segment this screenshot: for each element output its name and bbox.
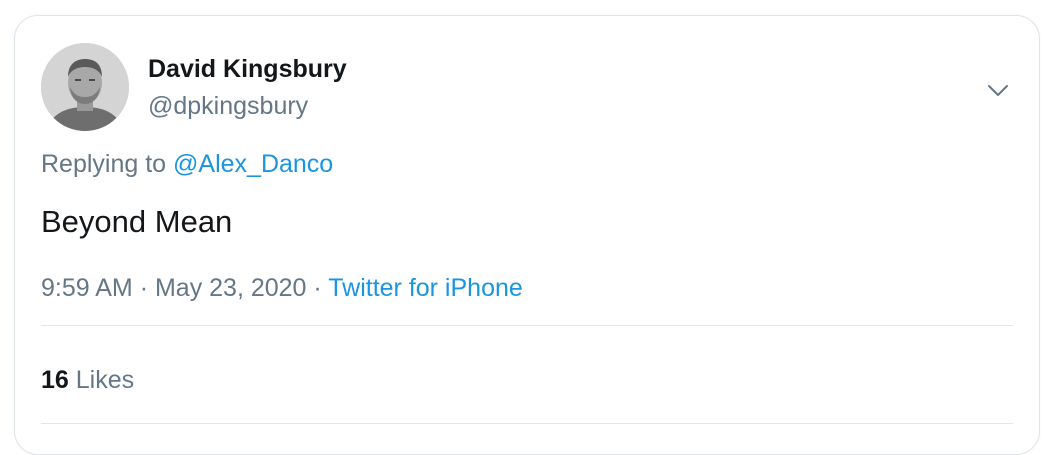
avatar[interactable] <box>41 43 129 131</box>
chevron-down-icon <box>988 85 1008 96</box>
replying-to-label: Replying to <box>41 150 167 178</box>
likes-label: Likes <box>75 366 135 394</box>
divider <box>41 325 1013 326</box>
tweet-source-link[interactable]: Twitter for iPhone <box>328 274 523 302</box>
tweet-meta: 9:59 AM · May 23, 2020 · Twitter for iPh… <box>41 274 523 303</box>
tweet-menu-button[interactable] <box>983 76 1013 106</box>
reply-mention-link[interactable]: @Alex_Danco <box>173 150 333 178</box>
meta-separator: · <box>139 274 149 302</box>
divider <box>41 423 1013 424</box>
likes-stat[interactable]: 16 Likes <box>41 366 134 395</box>
tweet-date[interactable]: May 23, 2020 <box>155 274 307 302</box>
tweet-time[interactable]: 9:59 AM <box>41 274 133 302</box>
tweet-card: David Kingsbury @dpkingsbury Replying to… <box>14 15 1040 455</box>
likes-count: 16 <box>41 366 69 394</box>
avatar-image <box>41 43 129 131</box>
tweet-text: Beyond Mean <box>41 204 233 239</box>
meta-separator: · <box>313 274 322 302</box>
author-handle[interactable]: @dpkingsbury <box>148 92 308 121</box>
author-name[interactable]: David Kingsbury <box>148 55 347 84</box>
replying-to: Replying to @Alex_Danco <box>41 150 333 179</box>
